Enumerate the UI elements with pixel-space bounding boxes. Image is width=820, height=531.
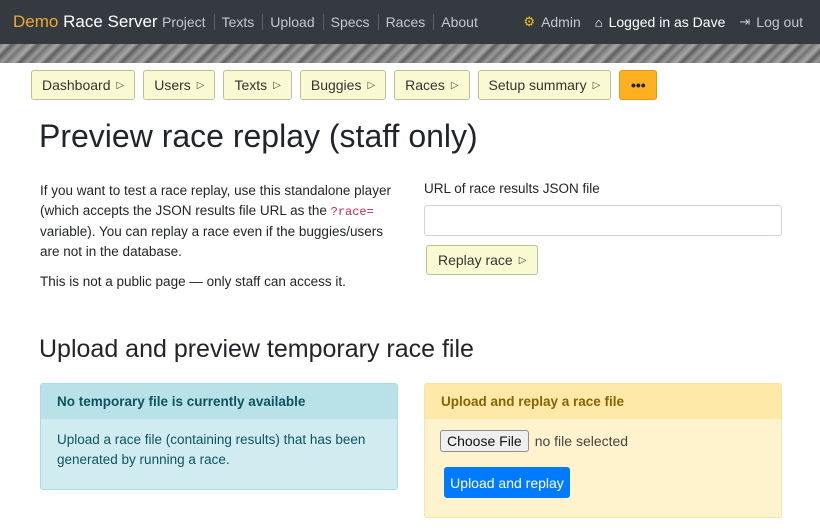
logout-icon: ⇥ xyxy=(739,14,751,29)
nav-divider xyxy=(213,14,215,30)
race-param-code: ?race= xyxy=(330,204,374,219)
choose-file-button[interactable]: Choose File xyxy=(440,430,529,452)
replay-race-label: Replay race xyxy=(438,252,513,268)
triangle-right-icon: ▷ xyxy=(116,79,125,91)
json-url-label: URL of race results JSON file xyxy=(424,181,600,196)
buggies-button[interactable]: Buggies ▷ xyxy=(299,70,387,100)
top-navbar: Demo Race Server Project Texts Upload Sp… xyxy=(0,0,820,44)
logout-label: Log out xyxy=(756,14,803,30)
nav-about[interactable]: About xyxy=(441,14,478,30)
nav-divider xyxy=(262,14,264,30)
replay-form: URL of race results JSON file Replay rac… xyxy=(424,181,782,275)
nav-specs[interactable]: Specs xyxy=(331,14,370,30)
triangle-right-icon: ▷ xyxy=(367,79,376,91)
decorative-stripe xyxy=(0,44,820,63)
upload-card: Upload and replay a race file Choose Fil… xyxy=(424,383,782,518)
no-temp-file-card: No temporary file is currently available… xyxy=(40,383,398,490)
triangle-right-icon: ▷ xyxy=(518,254,527,266)
races-label: Races xyxy=(405,77,445,93)
user-nav: ⚙ Admin ⌂ Logged in as Dave ⇥ Log out xyxy=(509,14,803,30)
json-url-input[interactable] xyxy=(424,205,782,236)
staff-subnav: Dashboard ▷ Users ▷ Texts ▷ Buggies ▷ Races ▷… xyxy=(31,70,665,100)
nav-divider xyxy=(377,14,379,30)
texts-label: Texts xyxy=(234,77,268,93)
triangle-right-icon: ▷ xyxy=(196,79,205,91)
buggies-label: Buggies xyxy=(310,77,362,93)
intro-paragraph: If you want to test a race replay, use t… xyxy=(40,181,400,261)
nav-divider xyxy=(322,14,324,30)
file-status: no file selected xyxy=(534,433,629,449)
main-nav: Project Texts Upload Specs Races About xyxy=(162,14,486,30)
nav-races[interactable]: Races xyxy=(386,14,426,30)
card-header: Upload and replay a race file xyxy=(425,384,781,419)
home-icon: ⌂ xyxy=(594,14,603,30)
upload-and-replay-button[interactable]: Upload and replay xyxy=(444,467,570,498)
intro-text-end: variable). You can replay a race even if… xyxy=(40,224,383,259)
replay-race-button[interactable]: Replay race ▷ xyxy=(426,245,539,275)
brand[interactable]: Demo Race Server xyxy=(13,12,158,32)
nav-texts[interactable]: Texts xyxy=(222,14,255,30)
triangle-right-icon: ▷ xyxy=(592,79,601,91)
logged-in-label: Logged in as Dave xyxy=(608,14,726,30)
nav-project[interactable]: Project xyxy=(162,14,206,30)
file-input: Choose File no file selected xyxy=(440,430,766,452)
triangle-right-icon: ▷ xyxy=(450,79,459,91)
card-body: Choose File no file selected Upload and … xyxy=(425,419,781,509)
texts-button[interactable]: Texts ▷ xyxy=(223,70,292,100)
logout-link[interactable]: ⇥ Log out xyxy=(739,14,803,30)
dashboard-button[interactable]: Dashboard ▷ xyxy=(31,70,136,100)
dashboard-label: Dashboard xyxy=(42,77,111,93)
staff-note: This is not a public page — only staff c… xyxy=(40,274,346,289)
card-body: Upload a race file (containing results) … xyxy=(57,432,366,467)
admin-label: Admin xyxy=(541,14,581,30)
users-label: Users xyxy=(154,77,191,93)
page-title: Preview race replay (staff only) xyxy=(39,118,478,154)
logged-in-user[interactable]: ⌂ Logged in as Dave xyxy=(595,14,726,30)
races-button[interactable]: Races ▷ xyxy=(394,70,470,100)
section-title: Upload and preview temporary race file xyxy=(39,335,474,363)
intro-text: If you want to test a race replay, use t… xyxy=(40,181,400,303)
card-header: No temporary file is currently available xyxy=(41,384,397,419)
nav-divider xyxy=(433,14,435,30)
users-button[interactable]: Users ▷ xyxy=(143,70,216,100)
more-button[interactable]: ••• xyxy=(619,70,658,100)
admin-link[interactable]: ⚙ Admin xyxy=(523,14,580,30)
setup-summary-button[interactable]: Setup summary ▷ xyxy=(477,70,612,100)
gear-icon: ⚙ xyxy=(523,14,536,29)
brand-demo: Demo xyxy=(13,12,59,31)
setup-summary-label: Setup summary xyxy=(488,77,587,93)
triangle-right-icon: ▷ xyxy=(273,79,281,91)
nav-upload[interactable]: Upload xyxy=(270,14,314,30)
brand-name: Race Server xyxy=(63,12,158,31)
